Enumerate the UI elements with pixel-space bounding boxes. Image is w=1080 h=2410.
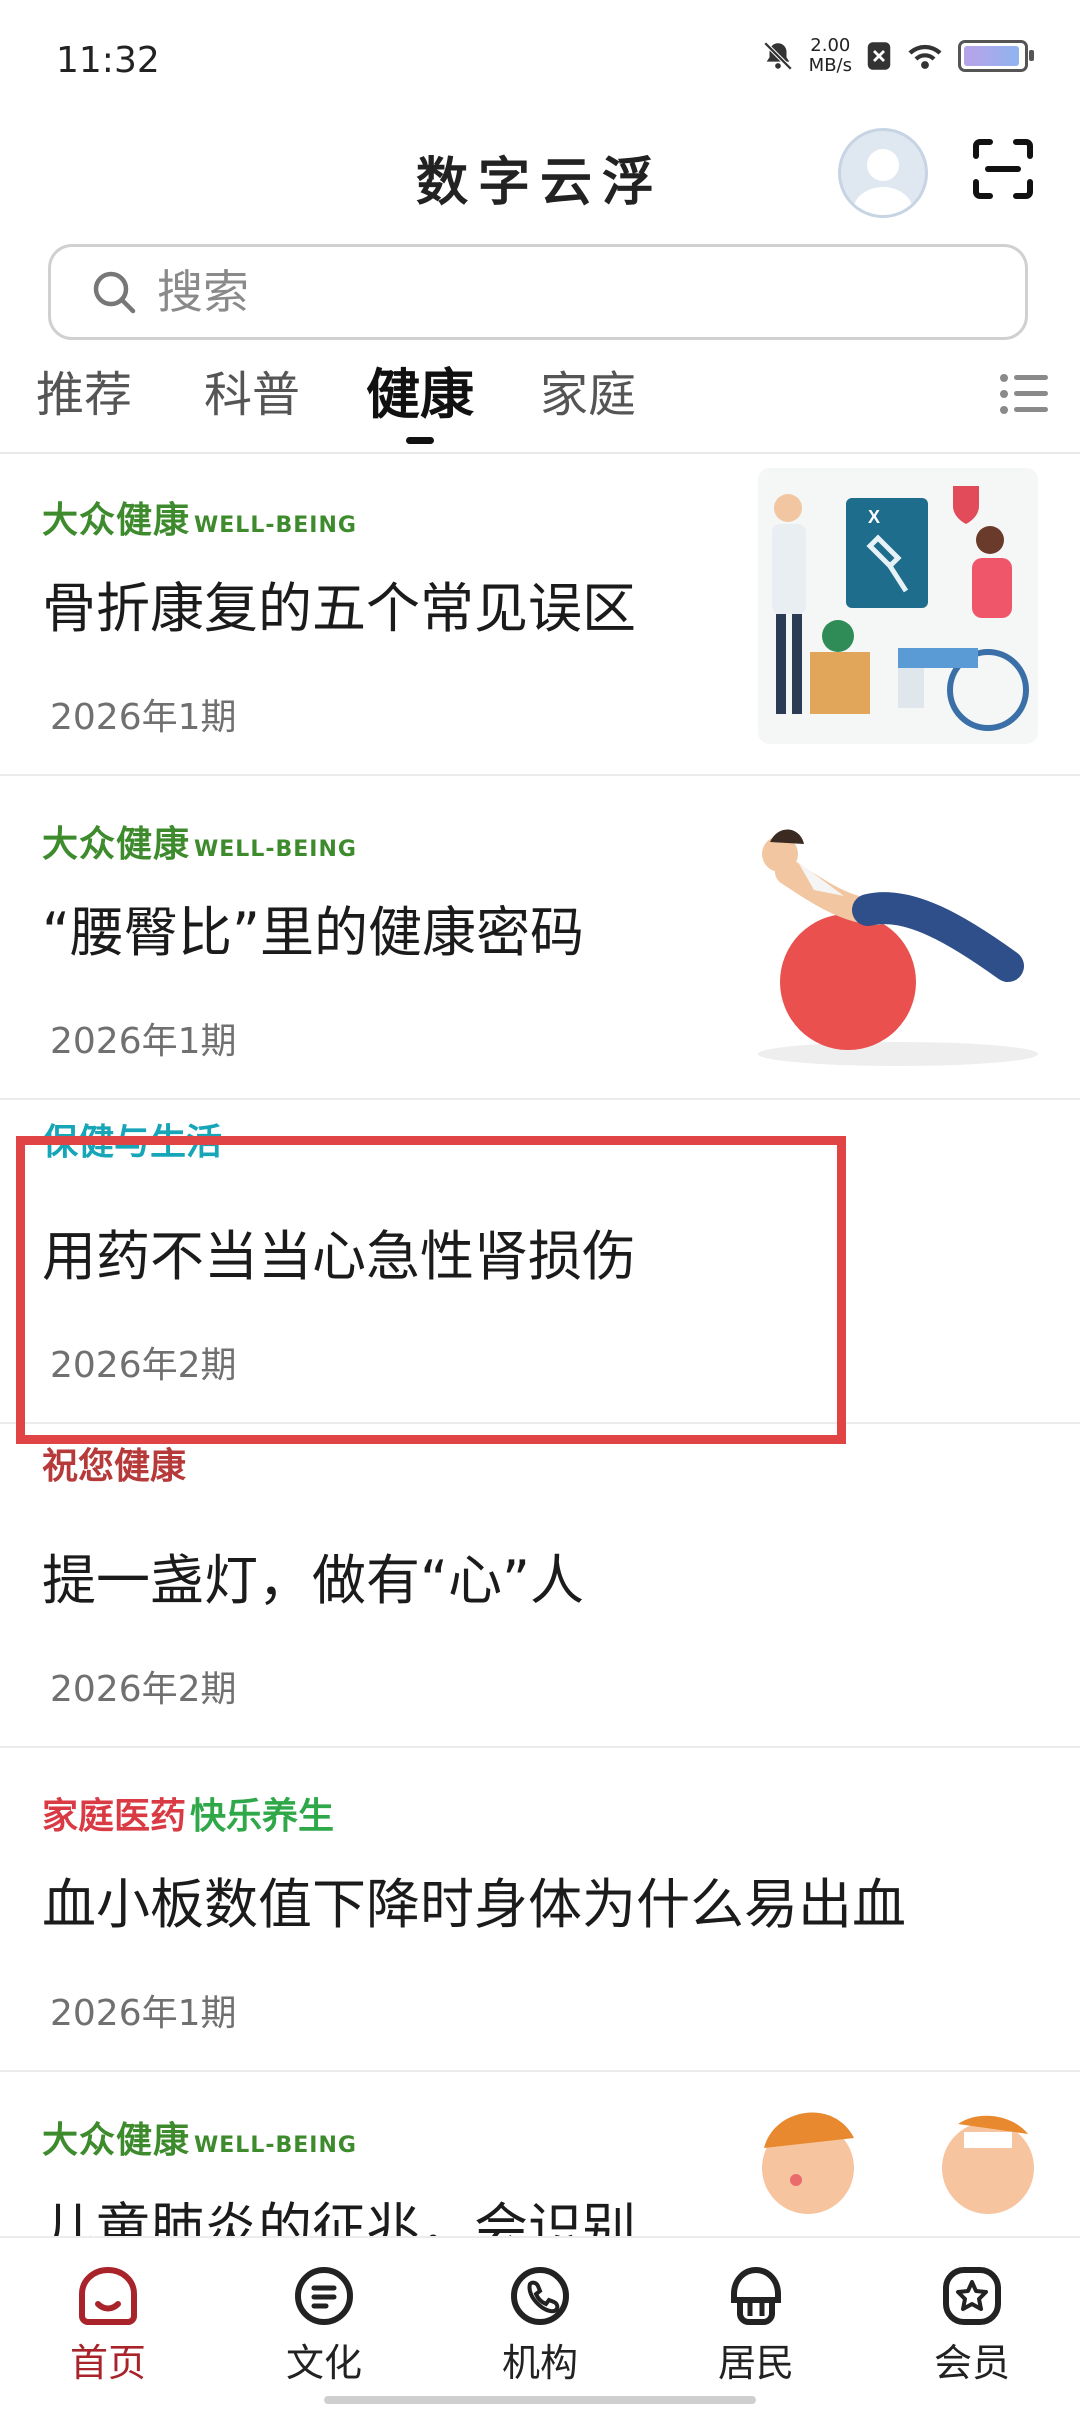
- article-item[interactable]: 大众健康 WELL-BEING 骨折康复的五个常见误区 2026年1期 X: [0, 452, 1080, 776]
- article-thumbnail: [758, 792, 1038, 1068]
- wifi-icon: [908, 44, 942, 69]
- tab-family[interactable]: 家庭: [540, 360, 636, 448]
- tab-health[interactable]: 健康: [366, 360, 474, 448]
- article-issue: 2026年1期: [50, 1993, 237, 2034]
- article-title: 血小板数值下降时身体为什么易出血: [42, 1873, 906, 1936]
- article-thumbnail: X: [758, 468, 1038, 744]
- article-title: 用药不当当心急性肾损伤: [42, 1225, 636, 1288]
- nav-label: 居民: [717, 2341, 794, 2385]
- home-indicator[interactable]: [324, 2396, 756, 2404]
- publication-logo: 大众健康 WELL-BEING: [42, 496, 357, 546]
- nav-culture[interactable]: 文化: [244, 2264, 404, 2387]
- bottom-nav: 首页 文化 机构 居民 会员: [0, 2236, 1080, 2410]
- search-icon: [93, 271, 136, 314]
- avatar-icon: [853, 149, 913, 215]
- battery-icon: [958, 40, 1034, 72]
- publication-name: 大众健康: [42, 500, 191, 541]
- status-time: 11:32: [56, 40, 160, 81]
- publication-name: 家庭医药: [42, 1796, 187, 1837]
- status-icons: 2.00 MB/s: [761, 36, 1034, 76]
- article-item[interactable]: 大众健康 WELL-BEING 儿童肺炎的征兆，会识别: [0, 2072, 1080, 2236]
- article-issue: 2026年1期: [50, 1021, 237, 1062]
- people-icon: [731, 2266, 781, 2325]
- publication-logo: 大众健康 WELL-BEING: [42, 820, 357, 870]
- document-icon: [295, 2267, 353, 2325]
- publication-sub: WELL-BEING: [194, 513, 357, 538]
- svg-text:X: X: [868, 507, 880, 527]
- nav-residents[interactable]: 居民: [676, 2264, 836, 2387]
- speed-value: 2.00: [810, 35, 851, 56]
- nav-home[interactable]: 首页: [28, 2264, 188, 2387]
- article-item[interactable]: 祝您健康 提一盏灯，做有“心”人 2026年2期: [0, 1424, 1080, 1748]
- phone-icon: [511, 2267, 569, 2325]
- star-badge-icon: [943, 2267, 1001, 2325]
- speed-unit: MB/s: [808, 55, 852, 76]
- publication-name: 保健与生活: [42, 1122, 223, 1163]
- user-avatar[interactable]: [838, 128, 928, 218]
- publication-name: 大众健康: [42, 2120, 191, 2161]
- article-issue: 2026年2期: [50, 1669, 237, 1710]
- mute-bell-icon: [763, 41, 792, 71]
- no-sim-icon: [867, 42, 891, 70]
- publication-name: 祝您健康: [42, 1446, 187, 1487]
- home-icon: [79, 2266, 137, 2325]
- status-bar: 11:32 2.00 MB/s: [0, 0, 1080, 120]
- category-tabs: 推荐 科普 健康 家庭: [0, 360, 1080, 454]
- publication-sub: WELL-BEING: [194, 837, 357, 862]
- article-thumbnail: [758, 2088, 1038, 2236]
- article-title: “腰臀比”里的健康密码: [42, 901, 584, 964]
- network-speed: 2.00 MB/s: [809, 36, 852, 76]
- search-input[interactable]: [155, 264, 959, 320]
- tab-recommend[interactable]: 推荐: [36, 360, 132, 448]
- menu-list-icon[interactable]: [996, 366, 1052, 422]
- nav-member[interactable]: 会员: [892, 2264, 1052, 2387]
- publication-logo: 家庭医药 快乐养生: [42, 1792, 334, 1842]
- article-title: 儿童肺炎的征兆，会识别: [42, 2197, 636, 2236]
- article-item[interactable]: 家庭医药 快乐养生 血小板数值下降时身体为什么易出血 2026年1期: [0, 1748, 1080, 2072]
- article-item[interactable]: 大众健康 WELL-BEING “腰臀比”里的健康密码 2026年1期: [0, 776, 1080, 1100]
- scan-icon[interactable]: [972, 138, 1034, 200]
- search-bar[interactable]: [48, 244, 1028, 340]
- publication-sub: WELL-BEING: [194, 2133, 357, 2158]
- nav-label: 首页: [69, 2341, 146, 2385]
- publication-sub: 快乐养生: [190, 1796, 335, 1837]
- nav-label: 文化: [285, 2341, 362, 2385]
- nav-label: 会员: [933, 2341, 1010, 2385]
- nav-institution[interactable]: 机构: [460, 2264, 620, 2387]
- article-list: 大众健康 WELL-BEING 骨折康复的五个常见误区 2026年1期 X 大众…: [0, 452, 1080, 2236]
- article-title: 提一盏灯，做有“心”人: [42, 1549, 584, 1612]
- article-issue: 2026年2期: [50, 1345, 237, 1386]
- article-issue: 2026年1期: [50, 697, 237, 738]
- tab-science[interactable]: 科普: [204, 360, 300, 448]
- nav-label: 机构: [501, 2341, 578, 2385]
- article-title: 骨折康复的五个常见误区: [42, 577, 636, 640]
- publication-logo: 大众健康 WELL-BEING: [42, 2116, 357, 2166]
- article-item[interactable]: 保健与生活 用药不当当心急性肾损伤 2026年2期: [0, 1100, 1080, 1424]
- publication-name: 大众健康: [42, 824, 191, 865]
